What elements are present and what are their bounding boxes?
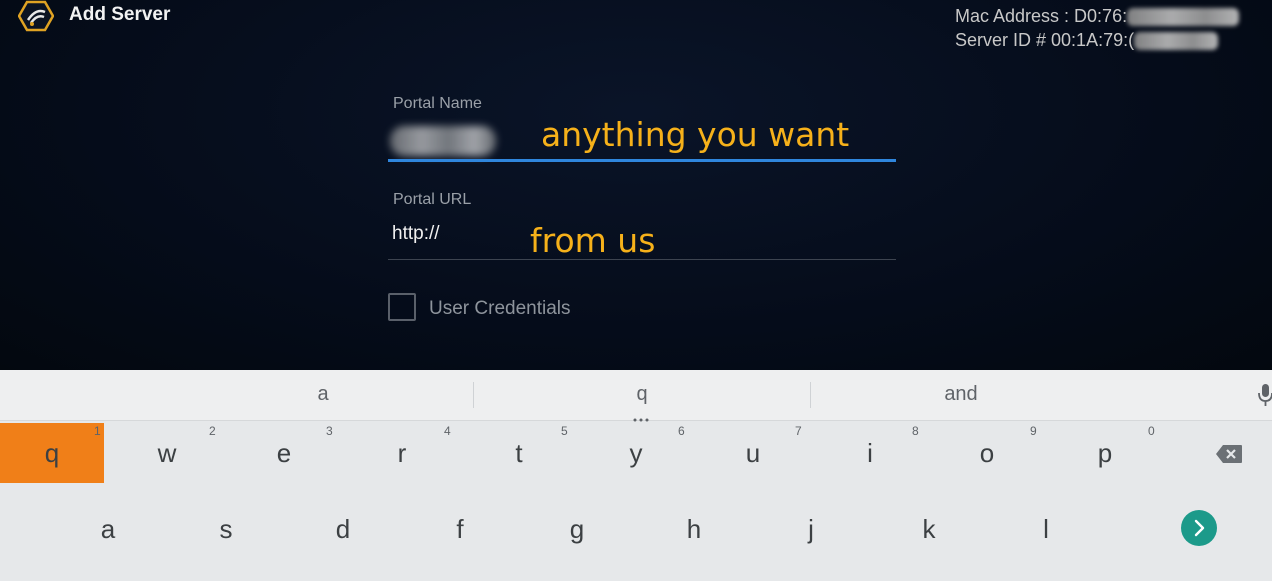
key-hint: 4: [444, 424, 451, 438]
user-credentials-checkbox[interactable]: [388, 293, 416, 321]
key-y[interactable]: y: [584, 423, 688, 483]
key-f[interactable]: f: [408, 499, 512, 559]
suggestion-divider: [810, 382, 811, 408]
key-a[interactable]: a: [56, 499, 160, 559]
microphone-icon[interactable]: [1258, 382, 1272, 408]
key-r[interactable]: r: [350, 423, 454, 483]
key-i[interactable]: i: [818, 423, 922, 483]
portal-url-underline: [388, 259, 896, 260]
key-hint: 8: [912, 424, 919, 438]
key-g[interactable]: g: [525, 499, 629, 559]
mac-address-label: Mac Address : D0:76:: [955, 6, 1128, 26]
page-title: Add Server: [69, 4, 171, 25]
user-credentials-label[interactable]: User Credentials: [429, 298, 571, 320]
app-logo-icon: [18, 0, 54, 32]
key-hint: 9: [1030, 424, 1037, 438]
suggestion-dots-icon: [633, 409, 653, 422]
key-hint: 5: [561, 424, 568, 438]
key-e[interactable]: e: [232, 423, 336, 483]
key-p[interactable]: p: [1053, 423, 1157, 483]
key-s[interactable]: s: [174, 499, 278, 559]
key-hint: 0: [1148, 424, 1155, 438]
key-j[interactable]: j: [759, 499, 863, 559]
portal-name-label: Portal Name: [393, 95, 482, 112]
key-hint: 1: [94, 424, 101, 438]
suggestion-item[interactable]: q: [602, 383, 682, 406]
suggestion-divider: [473, 382, 474, 408]
suggestion-strip: a q and: [0, 370, 1272, 422]
key-k[interactable]: k: [877, 499, 981, 559]
key-l[interactable]: l: [994, 499, 1098, 559]
key-w[interactable]: w: [115, 423, 219, 483]
mac-address: Mac Address : D0:76:: [955, 4, 1240, 28]
key-d[interactable]: d: [291, 499, 395, 559]
suggestion-item[interactable]: and: [921, 383, 1001, 406]
server-id-redacted: [1134, 32, 1219, 51]
portal-name-underline: [388, 159, 896, 162]
portal-url-annotation: from us: [530, 221, 656, 260]
portal-name-redacted: [390, 126, 496, 156]
backspace-icon[interactable]: [1215, 444, 1243, 464]
key-h[interactable]: h: [642, 499, 746, 559]
key-hint: 3: [326, 424, 333, 438]
add-server-screen: Add Server Mac Address : D0:76: Server I…: [0, 0, 1272, 370]
key-t[interactable]: t: [467, 423, 571, 483]
key-hint: 7: [795, 424, 802, 438]
key-q[interactable]: q: [0, 423, 104, 483]
portal-url-input[interactable]: http://: [392, 223, 440, 245]
mac-address-redacted: [1127, 8, 1240, 27]
portal-name-annotation: anything you want: [541, 115, 850, 154]
key-u[interactable]: u: [701, 423, 805, 483]
device-info: Mac Address : D0:76: Server ID # 00:1A:7…: [955, 4, 1240, 52]
server-id: Server ID # 00:1A:79:(: [955, 28, 1239, 52]
portal-url-label: Portal URL: [393, 191, 472, 208]
enter-button[interactable]: [1181, 510, 1217, 546]
key-o[interactable]: o: [935, 423, 1039, 483]
portal-name-input[interactable]: [390, 122, 496, 160]
key-hint: 6: [678, 424, 685, 438]
suggestion-item[interactable]: a: [283, 383, 363, 406]
key-hint: 2: [209, 424, 216, 438]
chevron-right-icon: [1194, 519, 1205, 537]
server-id-label: Server ID # 00:1A:79:(: [955, 30, 1135, 50]
